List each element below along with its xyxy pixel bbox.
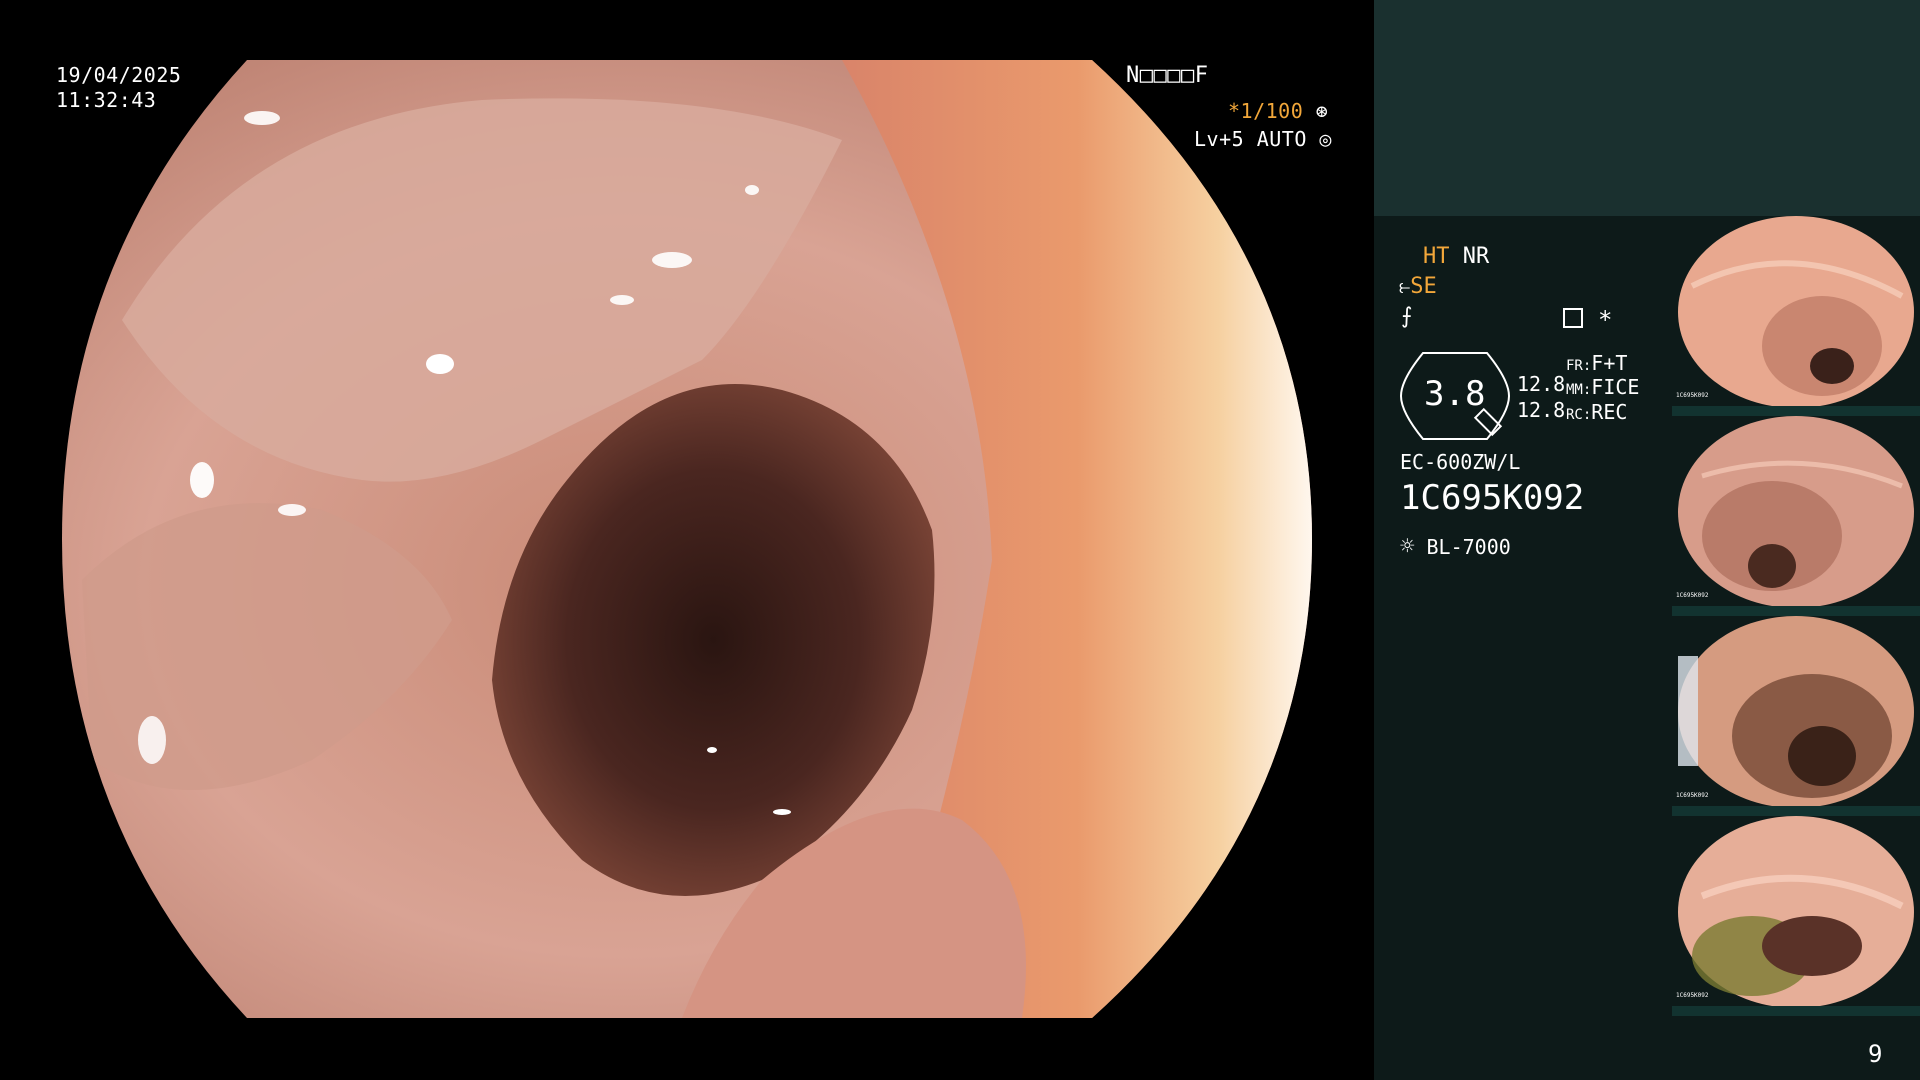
mm-row: MM:FICE — [1566, 375, 1639, 399]
light-source-icon: ☼ — [1400, 532, 1415, 560]
rc-row: RC:REC — [1566, 400, 1627, 424]
scope-serial: 1C695K092 — [1400, 478, 1585, 518]
shutter-speed-text: *1/100 — [1228, 99, 1304, 123]
zoom-indicator: 3.8 — [1398, 350, 1512, 442]
light-source-label: BL-7000 — [1426, 535, 1511, 559]
shutter-icon: ⊛ — [1315, 99, 1329, 123]
ht-label: HT — [1423, 244, 1450, 269]
thumbnail-2-label: 1C695K092 — [1676, 592, 1709, 599]
patient-name-field: N□□□□F — [1126, 63, 1209, 88]
endoscope-view — [62, 60, 1312, 1018]
light-source-row: ☼ BL-7000 — [1400, 532, 1511, 560]
brightness-level-text: Lv+5 AUTO — [1194, 127, 1307, 151]
thumbnail-4-label: 1C695K092 — [1676, 992, 1709, 999]
fr-label: FR: — [1566, 358, 1592, 374]
rc-value: REC — [1591, 400, 1628, 424]
iris-icon: ◎ — [1319, 127, 1332, 151]
thumbnail-1-label: 1C695K092 — [1676, 392, 1709, 399]
zoom-value: 3.8 — [1424, 374, 1486, 414]
fr-row: FR:F+T — [1566, 351, 1627, 375]
page-number: 9 — [1868, 1040, 1883, 1068]
brightness-level: Lv+5 AUTO ◎ — [1194, 127, 1332, 152]
thumbnail-3[interactable]: 1C695K092 — [1672, 616, 1920, 806]
mm-value: FICE — [1591, 375, 1640, 399]
nr-label: NR — [1462, 244, 1490, 269]
mm-label: MM: — [1566, 382, 1592, 398]
thumbnail-4[interactable]: 1C695K092 — [1672, 816, 1920, 1006]
shutter-speed: *1/100 ⊛ — [1228, 99, 1328, 124]
settings-box-icon — [1563, 308, 1583, 328]
se-icon: ⥼ — [1399, 274, 1411, 298]
se-row: ⥼SE — [1399, 274, 1437, 299]
enhance-icon: ⨍ — [1401, 304, 1413, 329]
rc-label: RC: — [1566, 407, 1592, 423]
scope-model: EC-600ZW/L — [1400, 450, 1521, 474]
ht-nr-row: HT NR — [1423, 244, 1489, 269]
fr-value: F+T — [1591, 351, 1628, 375]
info-panel — [1374, 216, 1672, 1080]
thumbnail-2[interactable]: 1C695K092 — [1672, 416, 1920, 606]
right-bottom-panel — [1672, 1016, 1920, 1080]
value-1: 12.8 — [1517, 372, 1566, 396]
value-2: 12.8 — [1517, 398, 1566, 422]
se-label: SE — [1410, 274, 1437, 299]
thumbnail-1[interactable]: 1C695K092 — [1672, 216, 1920, 406]
thumbnail-3-label: 1C695K092 — [1676, 792, 1709, 799]
right-top-panel — [1374, 0, 1920, 216]
asterisk-mark: * — [1598, 306, 1613, 334]
